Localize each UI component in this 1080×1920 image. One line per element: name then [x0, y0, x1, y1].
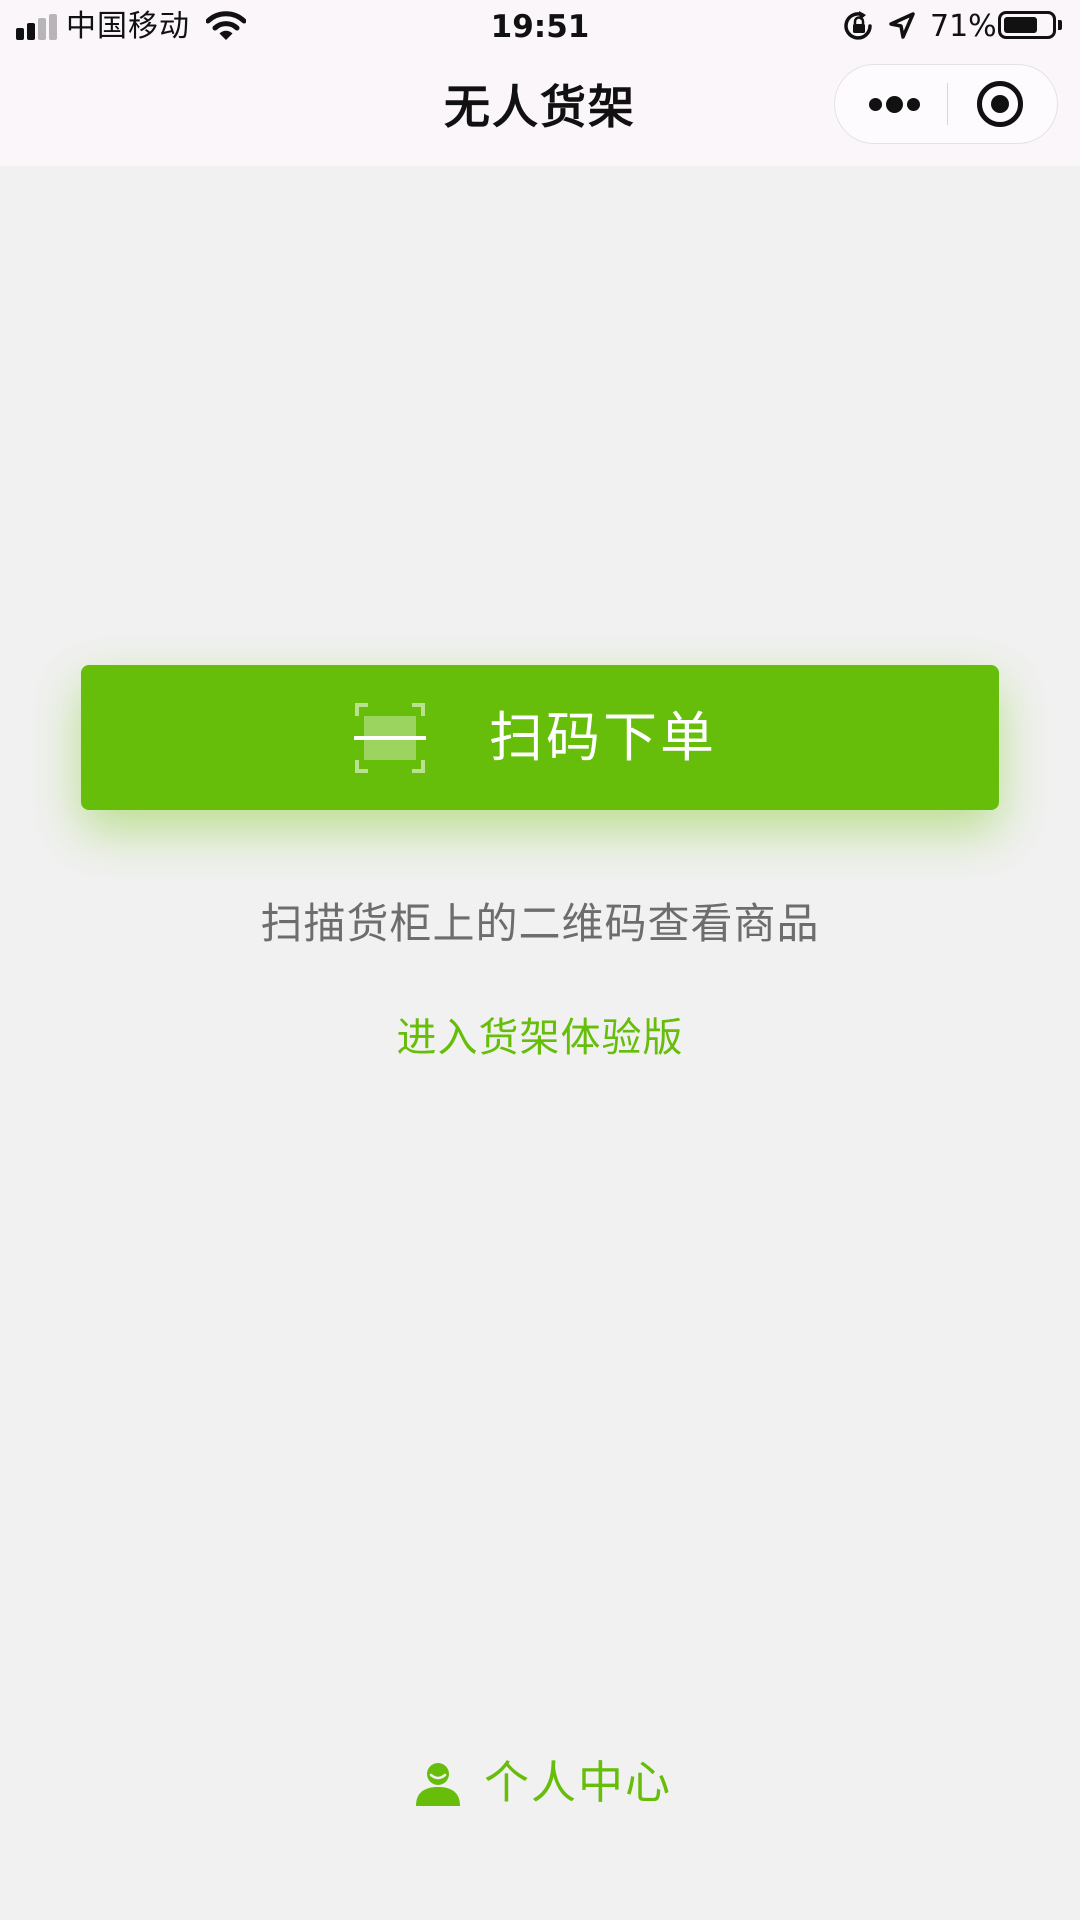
close-miniprogram-icon[interactable] — [947, 65, 1057, 143]
more-icon[interactable] — [835, 65, 947, 143]
personal-center-link[interactable]: 个人中心 — [414, 1752, 674, 1814]
top-area: 中国移动 19:51 71% 无人货架 — [0, 0, 1080, 166]
battery-icon — [998, 11, 1062, 39]
personal-center-label: 个人中心 — [484, 1756, 673, 1809]
trial-version-link[interactable]: 进入货架体验版 — [380, 1008, 700, 1068]
battery-percent: 71% — [930, 9, 997, 44]
user-icon — [416, 1763, 460, 1806]
status-bar: 中国移动 19:51 71% — [0, 0, 1080, 54]
scan-hint-text: 扫描货柜上的二维码查看商品 — [260, 899, 820, 948]
location-arrow-icon — [889, 12, 915, 39]
rotation-lock-icon — [844, 11, 872, 40]
clock: 19:51 — [490, 9, 590, 45]
scan-order-button[interactable]: 扫码下单 — [81, 665, 999, 810]
capsule-menu — [834, 64, 1058, 144]
scan-order-label: 扫码下单 — [489, 706, 717, 769]
scan-frame-icon — [354, 703, 426, 773]
